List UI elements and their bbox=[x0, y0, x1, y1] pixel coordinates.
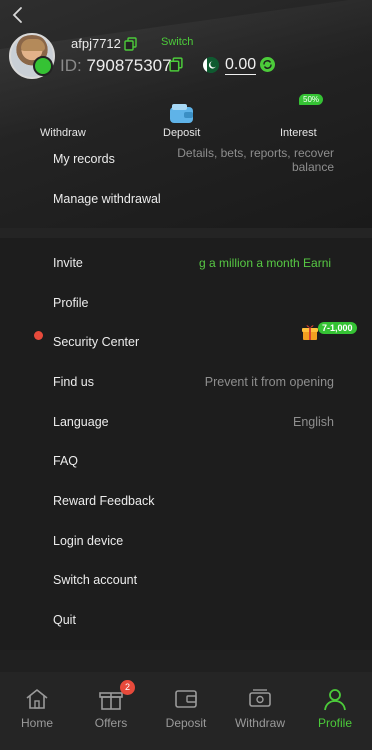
balance-amount: 0.00 bbox=[225, 56, 257, 75]
switch-button[interactable]: Switch bbox=[161, 36, 193, 48]
deposit-wallet-icon bbox=[175, 690, 197, 708]
refresh-icon[interactable] bbox=[260, 57, 275, 72]
tab-deposit-label: Deposit bbox=[165, 716, 207, 730]
invite-marquee: g a million a month Earni bbox=[199, 256, 332, 270]
menu-item-quit[interactable]: Quit bbox=[0, 613, 372, 651]
gift-icon bbox=[302, 325, 318, 340]
tab-profile-label: Profile bbox=[317, 716, 352, 730]
find-us-label: Find us bbox=[53, 375, 94, 389]
faq-label: FAQ bbox=[53, 454, 79, 468]
reward-feedback-label: Reward Feedback bbox=[53, 494, 155, 508]
menu-item-language[interactable]: Language English bbox=[0, 415, 372, 453]
menu-item-find-us[interactable]: Find us Prevent it from opening bbox=[0, 375, 372, 413]
offers-count-badge: 2 bbox=[120, 680, 135, 695]
tabbar-spacer bbox=[0, 650, 372, 672]
bottom-tab-bar: Home 2 Offers Deposit Withdraw Profile bbox=[0, 672, 372, 750]
wallet-icon[interactable] bbox=[169, 102, 194, 124]
find-us-value: Prevent it from opening bbox=[204, 375, 334, 389]
menu-item-faq[interactable]: FAQ bbox=[0, 454, 372, 492]
security-reward-badge: 7-1,000 bbox=[318, 322, 357, 334]
tab-withdraw[interactable]: Withdraw bbox=[223, 672, 297, 750]
tab-offers[interactable]: 2 Offers bbox=[74, 672, 148, 750]
language-value: English bbox=[293, 415, 334, 429]
interest-badge: 50% bbox=[299, 94, 324, 105]
profile-icon bbox=[324, 689, 346, 711]
tab-withdraw-label: Withdraw bbox=[234, 716, 285, 730]
section-divider bbox=[0, 228, 372, 238]
my-records-label: My records bbox=[53, 152, 115, 166]
tab-offers-label: Offers bbox=[94, 716, 128, 730]
deposit-action[interactable]: Deposit bbox=[163, 127, 200, 139]
home-icon bbox=[26, 689, 48, 709]
menu-item-manage-withdrawal[interactable]: Manage withdrawal bbox=[0, 192, 372, 230]
avatar-hair bbox=[21, 39, 45, 51]
withdraw-action[interactable]: Withdraw bbox=[40, 127, 86, 139]
profile-label: Profile bbox=[53, 296, 89, 310]
user-id-label: ID: bbox=[60, 56, 82, 75]
menu-item-switch-account[interactable]: Switch account bbox=[0, 573, 372, 611]
my-records-description: Details, bets, reports, recover balance bbox=[177, 146, 334, 174]
manage-withdrawal-label: Manage withdrawal bbox=[53, 192, 161, 206]
invite-label: Invite bbox=[53, 256, 83, 270]
language-label: Language bbox=[53, 415, 109, 429]
login-device-label: Login device bbox=[53, 534, 124, 548]
back-arrow-icon[interactable] bbox=[8, 4, 28, 26]
interest-action[interactable]: Interest bbox=[280, 127, 317, 139]
vip-badge-icon bbox=[33, 56, 53, 76]
pakistan-flag-icon bbox=[203, 57, 219, 73]
copy-username-icon[interactable] bbox=[124, 37, 137, 51]
tab-profile[interactable]: Profile bbox=[298, 672, 372, 750]
withdraw-icon bbox=[249, 689, 271, 707]
copy-id-icon[interactable] bbox=[169, 57, 183, 72]
security-center-label: Security Center bbox=[53, 335, 140, 349]
tab-deposit[interactable]: Deposit bbox=[149, 672, 223, 750]
username: afpj7712 bbox=[71, 36, 121, 51]
menu-item-login-device[interactable]: Login device bbox=[0, 534, 372, 572]
menu-item-reward-feedback[interactable]: Reward Feedback bbox=[0, 494, 372, 532]
quit-label: Quit bbox=[53, 613, 76, 627]
user-id: ID: 790875307 bbox=[60, 56, 172, 76]
user-id-value: 790875307 bbox=[86, 56, 172, 75]
tab-home-label: Home bbox=[20, 716, 53, 730]
tab-home[interactable]: Home bbox=[0, 672, 74, 750]
switch-account-label: Switch account bbox=[53, 573, 138, 587]
